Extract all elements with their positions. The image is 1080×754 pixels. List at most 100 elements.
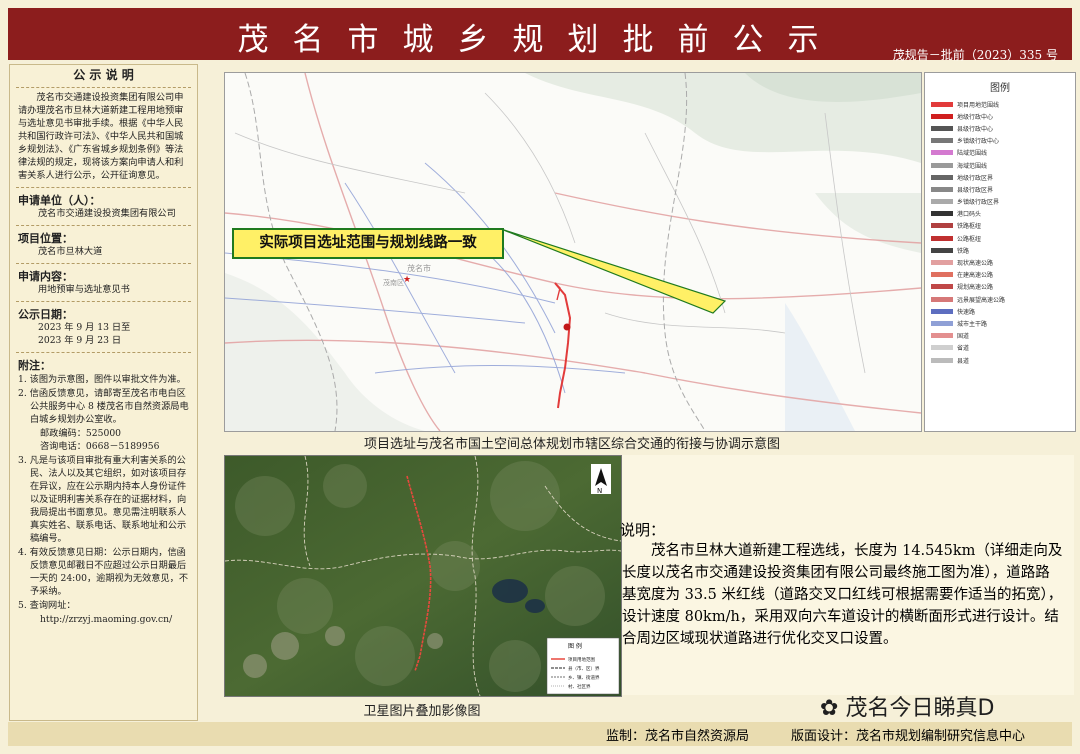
appendix-item-2: 2. 信函反馈意见，请邮寄至茂名市电白区公共服务中心 8 楼茂名市自然资源局电白… [18, 388, 189, 425]
description-body: 茂名市旦林大道新建工程选线，长度为 14.545km（详细走向及长度以茂名市交通… [622, 543, 1063, 647]
divider [16, 225, 191, 226]
legend-swatch [931, 174, 953, 180]
header-banner: 茂名市城乡规划批前公示 茂规告－批前（2023）335 号 [8, 8, 1072, 62]
legend-swatch [931, 320, 953, 326]
sat-legend-item: 乡、镇、街道界 [568, 674, 600, 681]
footer-designer: 版面设计：茂名市规划编制研究信息中心 [791, 729, 1026, 744]
notice-panel: 公 示 说 明 茂名市交通建设投资集团有限公司申请办理茂名市旦林大道新建工程用地… [9, 64, 198, 721]
date-to: 2023 年 9 月 23 日 [38, 335, 122, 346]
legend-item: 项目用地范围线 [925, 98, 1075, 110]
sat-legend-title: 图 例 [568, 642, 582, 650]
document-number: 茂规告－批前（2023）335 号 [892, 48, 1058, 62]
legend-title: 图例 [990, 83, 1010, 94]
footer-bar: 监制：茂名市自然资源局 版面设计：茂名市规划编制研究信息中心 [8, 722, 1072, 746]
legend-label: 国道 [957, 333, 970, 341]
legend-label: 县道 [957, 357, 970, 365]
legend-item: 国道 [925, 330, 1075, 342]
legend-item: 现状高速公路 [925, 256, 1075, 268]
legend-label: 规划高速公路 [957, 284, 994, 292]
legend-label: 乡镇级行政区界 [957, 199, 1000, 207]
legend-label: 城市主干路 [957, 320, 988, 328]
city-star-icon: ★ [403, 275, 411, 285]
divider [16, 352, 191, 353]
legend-swatch [931, 199, 953, 205]
legend-item: 规划高速公路 [925, 281, 1075, 293]
content-label: 申请内容： [18, 270, 73, 283]
divider [16, 87, 191, 88]
legend-item: 地级行政区界 [925, 171, 1075, 183]
legend-label: 港口码头 [957, 211, 982, 219]
legend-label: 海域范围线 [957, 162, 988, 170]
legend-label: 县级行政区界 [957, 186, 994, 194]
legend-item: 港口码头 [925, 208, 1075, 220]
legend-swatch [931, 101, 953, 107]
divider [16, 301, 191, 302]
legend-swatch [931, 260, 953, 266]
legend-label: 乡镇级行政中心 [957, 138, 1000, 146]
appendix-item-1: 1. 该图为示意图，图件以审批文件为准。 [18, 374, 186, 385]
legend-item: 陆域范围线 [925, 147, 1075, 159]
map-callout: 实际项目选址范围与规划线路一致 [232, 228, 504, 259]
satellite-map: N 图 例 项目用地范围 县（市、区）界 乡、镇、街道界 村、社区界 [224, 455, 622, 697]
location-value: 茂名市旦林大道 [38, 246, 103, 257]
phone: 咨询电话：0668－5189956 [40, 441, 160, 452]
legend-item: 铁路 [925, 244, 1075, 256]
description-panel: 说明： 茂名市旦林大道新建工程选线，长度为 14.545km（详细走向及长度以茂… [620, 455, 1074, 695]
legend-item: 快速路 [925, 305, 1075, 317]
legend-item: 铁路枢纽 [925, 220, 1075, 232]
legend-label: 远景展望高速公路 [957, 296, 1006, 304]
legend-label: 铁路枢纽 [957, 223, 982, 231]
legend-label: 地级行政区界 [957, 174, 994, 182]
legend-swatch [931, 235, 953, 241]
notice-title: 公 示 说 明 [73, 68, 134, 82]
legend-swatch [931, 272, 953, 278]
appendix-item-3: 3. 凡是与该项目审批有重大利害关系的公民、法人以及其它组织，如对该项目存在异议… [18, 455, 187, 544]
legend-swatch [931, 162, 953, 168]
date-label: 公示日期： [18, 308, 73, 321]
divider [16, 187, 191, 188]
legend-item: 县级行政区界 [925, 183, 1075, 195]
north-label: N [597, 487, 602, 495]
legend-label: 省道 [957, 345, 970, 353]
legend-list: 项目用地范围线 地级行政中心 县级行政中心 乡镇级行政中心 陆域范围线海域范围线地级行政… [925, 98, 1075, 366]
sat-legend-item: 项目用地范围 [568, 656, 595, 663]
legend-label: 快速路 [957, 308, 976, 316]
map-label-maoming: 茂名市 [407, 263, 431, 273]
legend-item: 地级行政中心 [925, 110, 1075, 122]
legend-label: 现状高速公路 [957, 260, 994, 268]
legend-item: 公路枢纽 [925, 232, 1075, 244]
notice-board: 茂名市城乡规划批前公示 茂规告－批前（2023）335 号 公 示 说 明 茂名… [0, 0, 1080, 754]
legend-item: 城市主干路 [925, 317, 1075, 329]
legend-label: 公路枢纽 [957, 235, 982, 243]
legend-label: 在建高速公路 [957, 272, 994, 280]
legend-item: 省道 [925, 342, 1075, 354]
legend-label: 地级行政中心 [957, 113, 994, 121]
postcode: 邮政编码：525000 [40, 428, 122, 439]
legend-label: 铁路 [957, 247, 970, 255]
query-url[interactable]: http://zrzyj.maoming.gov.cn/ [10, 613, 197, 626]
legend-swatch [931, 308, 953, 314]
legend-item: 乡镇级行政中心 [925, 135, 1075, 147]
compass-icon: N [591, 464, 611, 495]
divider [16, 263, 191, 264]
legend-swatch [931, 296, 953, 302]
legend-swatch [931, 333, 953, 339]
date-from: 2023 年 9 月 13 日至 [38, 322, 131, 333]
legend-swatch [931, 345, 953, 351]
legend-label: 县级行政中心 [957, 125, 994, 133]
legend-swatch [931, 125, 953, 131]
sat-legend-item: 县（市、区）界 [568, 665, 600, 672]
legend-swatch [931, 113, 953, 119]
location-label: 项目位置： [18, 232, 73, 245]
notice-intro: 茂名市交通建设投资集团有限公司申请办理茂名市旦林大道新建工程用地预审与选址意见书… [18, 92, 184, 181]
legend-item: 在建高速公路 [925, 269, 1075, 281]
legend-swatch [931, 186, 953, 192]
legend-item: 海域范围线 [925, 159, 1075, 171]
legend-swatch [931, 150, 953, 156]
legend-label: 项目用地范围线 [957, 101, 1000, 109]
wechat-watermark: ✿ 茂名今日睇真D [820, 690, 994, 722]
legend-label: 陆域范围线 [957, 150, 988, 158]
sat-legend-item: 村、社区界 [568, 683, 591, 690]
legend-swatch [931, 247, 953, 253]
legend-item: 县级行政中心 [925, 122, 1075, 134]
